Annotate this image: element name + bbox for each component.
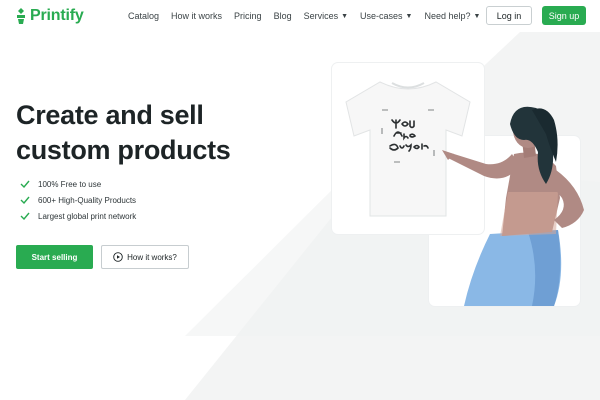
top-navigation-bar: Printify Catalog How it works Pricing Bl… bbox=[0, 0, 600, 32]
login-button[interactable]: Log in bbox=[486, 6, 532, 25]
printify-logo-icon bbox=[17, 8, 25, 24]
nav-link-label: Use-cases bbox=[360, 11, 403, 21]
nav-link-label: Need help? bbox=[424, 11, 471, 21]
how-it-works-button[interactable]: How it works? bbox=[101, 245, 189, 269]
feature-item: 100% Free to use bbox=[20, 176, 136, 192]
brand-name: Printify bbox=[30, 7, 84, 24]
nav-link-pricing[interactable]: Pricing bbox=[234, 11, 262, 21]
nav-link-use-cases[interactable]: Use-cases ▼ bbox=[360, 11, 412, 21]
nav-link-need-help[interactable]: Need help? ▼ bbox=[424, 11, 480, 21]
check-icon bbox=[20, 180, 30, 188]
hero-title: Create and sell custom products bbox=[16, 98, 316, 168]
feature-label: 600+ High-Quality Products bbox=[38, 195, 137, 205]
nav-link-label: How it works bbox=[171, 11, 223, 21]
nav-link-label: Blog bbox=[273, 11, 292, 21]
signup-button[interactable]: Sign up bbox=[542, 6, 586, 25]
nav-link-label: Catalog bbox=[128, 11, 160, 21]
feature-label: 100% Free to use bbox=[38, 179, 102, 189]
nav-link-label: Services bbox=[303, 11, 339, 21]
start-selling-button[interactable]: Start selling bbox=[16, 245, 93, 269]
nav-link-blog[interactable]: Blog bbox=[274, 11, 292, 21]
play-icon bbox=[113, 252, 123, 262]
check-icon bbox=[20, 212, 30, 220]
check-icon bbox=[20, 196, 30, 204]
woman-model-image bbox=[442, 106, 584, 306]
nav-link-how-it-works[interactable]: How it works bbox=[171, 11, 222, 21]
feature-list: 100% Free to use 600+ High-Quality Produ… bbox=[20, 176, 136, 224]
chevron-down-icon: ▼ bbox=[473, 12, 481, 20]
nav-link-catalog[interactable]: Catalog bbox=[128, 11, 159, 21]
nav-link-label: Pricing bbox=[234, 11, 262, 21]
hero-title-line-1: Create and sell bbox=[16, 100, 204, 130]
nav-link-services[interactable]: Services ▼ bbox=[304, 11, 348, 21]
hero-title-line-2: custom products bbox=[16, 135, 231, 165]
chevron-down-icon: ▼ bbox=[405, 12, 413, 20]
feature-item: 600+ High-Quality Products bbox=[20, 192, 136, 208]
feature-item: Largest global print network bbox=[20, 208, 136, 224]
feature-label: Largest global print network bbox=[38, 211, 137, 221]
nav-menu: Catalog How it works Pricing Blog Servic… bbox=[128, 0, 492, 32]
how-it-works-label: How it works? bbox=[127, 252, 177, 262]
chevron-down-icon: ▼ bbox=[341, 12, 349, 20]
printify-logo[interactable]: Printify bbox=[15, 5, 84, 27]
